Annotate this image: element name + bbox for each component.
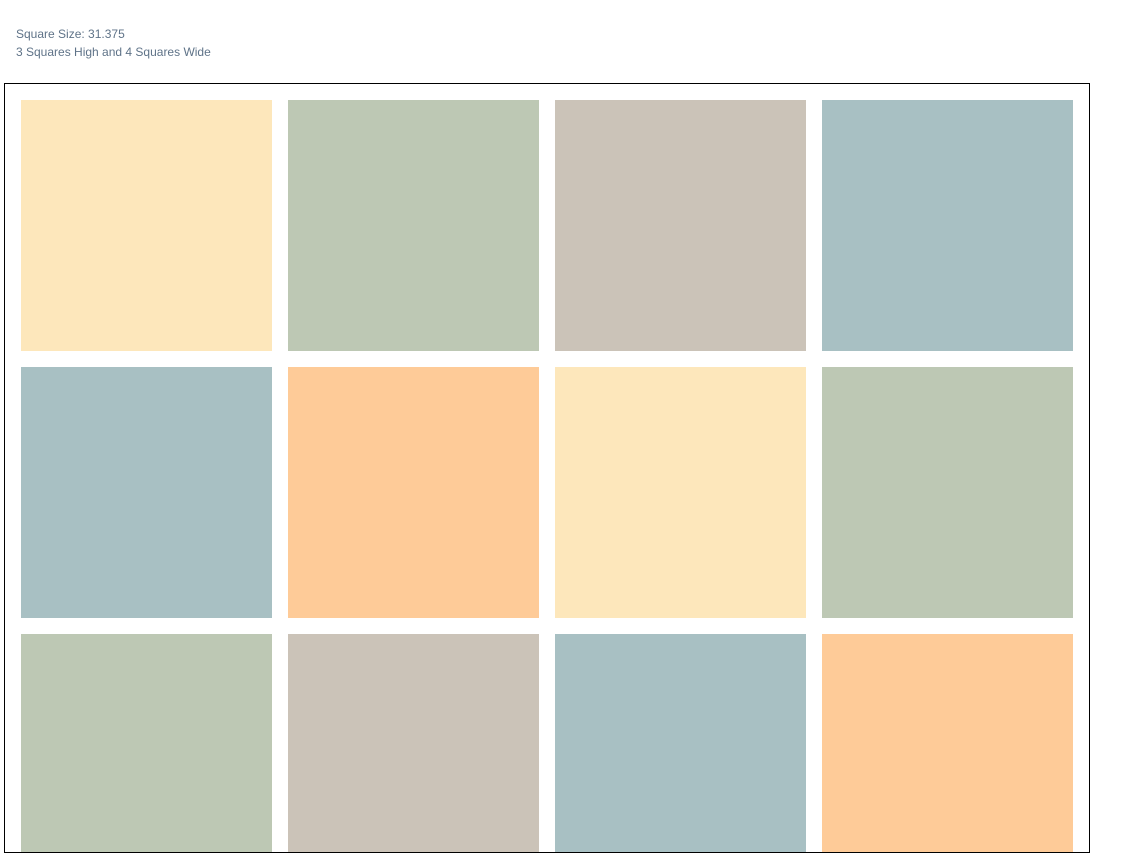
grid-square[interactable] (288, 367, 539, 618)
grid-square[interactable] (288, 634, 539, 852)
square-size-label: Square Size: 31.375 (16, 27, 125, 41)
grid-square[interactable] (822, 100, 1073, 351)
grid-square[interactable] (21, 634, 272, 852)
grid-square[interactable] (822, 634, 1073, 852)
grid-dimensions-label: 3 Squares High and 4 Squares Wide (16, 45, 211, 59)
grid-square[interactable] (555, 634, 806, 852)
square-grid-board (4, 83, 1090, 853)
grid-square[interactable] (21, 367, 272, 618)
grid-square[interactable] (822, 367, 1073, 618)
info-panel: Square Size: 31.375 3 Squares High and 4… (16, 25, 211, 61)
grid-square[interactable] (555, 100, 806, 351)
grid-square[interactable] (288, 100, 539, 351)
grid-square[interactable] (21, 100, 272, 351)
grid-square[interactable] (555, 367, 806, 618)
